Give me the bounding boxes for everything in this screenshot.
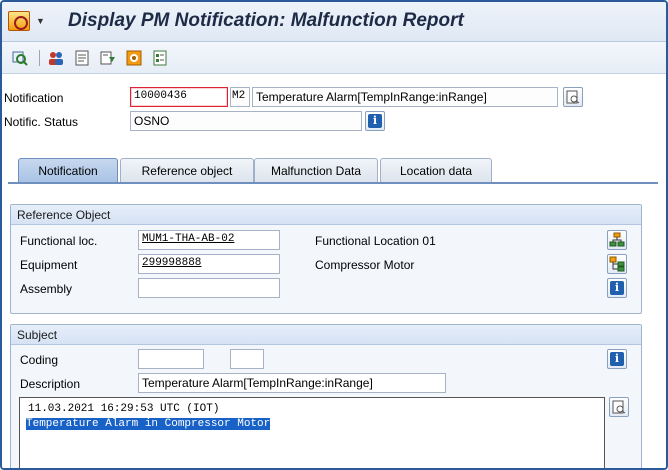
equipment-structure-button[interactable] [607, 254, 627, 274]
long-text-icon [566, 90, 580, 104]
coding-code-field[interactable] [230, 349, 264, 369]
application-toolbar [2, 42, 666, 74]
description-label: Description [20, 377, 81, 391]
chevron-down-icon: ▼ [36, 16, 45, 26]
system-menu-button[interactable]: ▼ [8, 10, 50, 32]
tab-underline [8, 182, 658, 184]
functional-loc-description: Functional Location 01 [315, 234, 436, 248]
sap-window: ▼ Display PM Notification: Malfunction R… [0, 0, 668, 470]
long-text-line-2: Temperature Alarm in Compressor Motor [26, 418, 271, 430]
functional-loc-label: Functional loc. [20, 234, 98, 248]
long-text-icon[interactable] [74, 50, 90, 66]
assembly-label: Assembly [20, 282, 73, 296]
status-info-button[interactable]: i [365, 111, 385, 131]
tab-strip: Notification Reference object Malfunctio… [8, 158, 658, 182]
functional-loc-structure-button[interactable] [607, 230, 627, 250]
long-text-display-button[interactable] [609, 397, 629, 417]
notification-status-label: Notific. Status [4, 115, 79, 129]
info-icon: i [610, 352, 624, 366]
order-icon[interactable] [126, 50, 142, 66]
coding-group-field[interactable] [138, 349, 204, 369]
notification-type-field: M2 [230, 87, 250, 107]
notification-description-field[interactable]: Temperature Alarm[TempInRange:inRange] [252, 87, 558, 107]
info-icon: i [368, 114, 382, 128]
hierarchy-icon [609, 232, 625, 247]
sap-menu-icon [8, 11, 30, 31]
coding-info-button[interactable]: i [607, 349, 627, 369]
assembly-field[interactable] [138, 278, 280, 298]
partners-icon[interactable] [48, 50, 64, 66]
functional-loc-field[interactable]: MUM1-THA-AB-02 [138, 230, 280, 250]
notification-status-field: OSNO [130, 111, 362, 131]
tab-location-data[interactable]: Location data [380, 158, 492, 182]
equipment-hierarchy-icon [609, 256, 625, 272]
notification-number-field[interactable]: 10000436 [130, 87, 228, 107]
long-text-line-1: 11.03.2021 16:29:53 UTC (IOT) [28, 403, 220, 415]
reference-info-button[interactable]: i [607, 278, 627, 298]
equipment-label: Equipment [20, 258, 78, 272]
description-field[interactable]: Temperature Alarm[TempInRange:inRange] [138, 373, 446, 393]
long-text-display-icon [612, 400, 626, 414]
title-bar: ▼ Display PM Notification: Malfunction R… [2, 2, 666, 42]
display-object-icon[interactable] [12, 50, 28, 66]
reference-object-title: Reference Object [11, 205, 641, 225]
tab-reference-object[interactable]: Reference object [120, 158, 254, 182]
window-title: Display PM Notification: Malfunction Rep… [68, 10, 464, 31]
equipment-description: Compressor Motor [315, 258, 415, 272]
long-text-editor[interactable]: 11.03.2021 16:29:53 UTC (IOT) Temperatur… [19, 397, 605, 468]
info-icon: i [610, 281, 624, 295]
tab-notification[interactable]: Notification [18, 158, 118, 182]
action-log-icon[interactable] [100, 50, 116, 66]
long-text-button[interactable] [563, 87, 583, 107]
object-list-icon[interactable] [152, 50, 168, 66]
coding-label: Coding [20, 353, 59, 367]
equipment-field[interactable]: 299998888 [138, 254, 280, 274]
toolbar-separator [39, 50, 40, 66]
notification-label: Notification [4, 91, 64, 105]
tab-malfunction-data[interactable]: Malfunction Data [254, 158, 378, 182]
subject-title: Subject [11, 325, 641, 345]
